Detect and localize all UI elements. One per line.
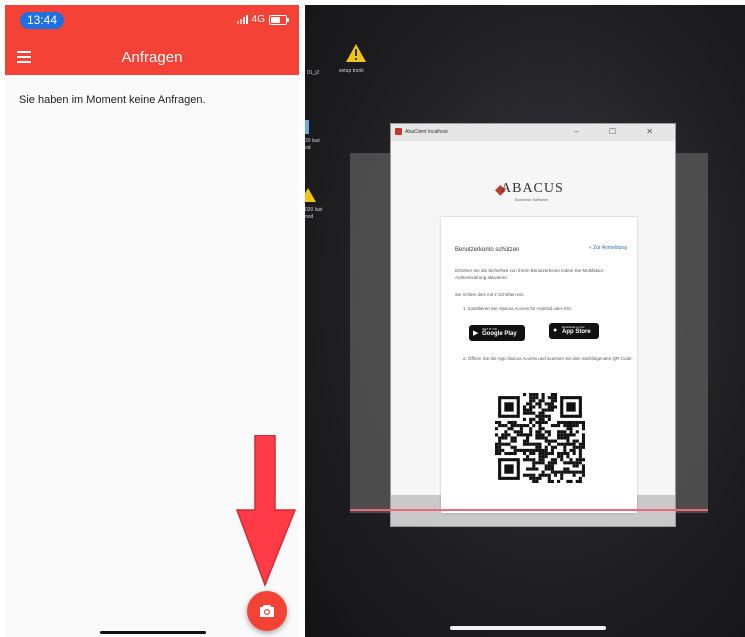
network-type: 4G xyxy=(251,14,265,25)
desktop-label: 020 last xyxy=(305,207,323,213)
card-title: Benutzerkonto schützen xyxy=(455,247,520,253)
google-play-badge[interactable]: ▶ GET IT ON Google Play xyxy=(469,325,525,341)
intro-text: Erhöhen Sie die Sicherheit von Ihrem Ben… xyxy=(455,268,605,280)
down-arrow-icon xyxy=(236,435,296,587)
battery-icon xyxy=(269,14,289,25)
abaclient-window: AbaClient localhost – ☐ ✕ ◆ ABACUS Busin… xyxy=(390,123,676,527)
scan-line xyxy=(350,509,708,511)
camera-viewfinder: 01_j2 setup trunk 20 last od 020 last oo… xyxy=(305,5,745,637)
left-phone-screen: 13:44 4G Anfragen Sie haben im Moment ke… xyxy=(5,5,299,637)
mfa-setup-card: Benutzerkonto schützen « Zur Anmeldung E… xyxy=(441,217,637,513)
window-title: AbaClient localhost xyxy=(405,129,448,135)
window-titlebar: AbaClient localhost – ☐ ✕ xyxy=(391,124,675,141)
app-bar: 13:44 4G Anfragen xyxy=(5,5,299,75)
empty-state-message: Sie haben im Moment keine Anfragen. xyxy=(19,94,206,106)
abacus-logo-subtitle: Business Software xyxy=(515,197,549,202)
abacus-logo: ABACUS xyxy=(501,181,564,196)
camera-icon xyxy=(260,605,274,617)
status-indicators: 4G xyxy=(236,14,289,25)
home-indicator xyxy=(450,626,606,630)
warning-icon xyxy=(305,188,316,202)
window-body: ◆ ABACUS Business Software Benutzerkonto… xyxy=(391,141,675,513)
step-1-text: 1. Installieren Sie Abacus Access für An… xyxy=(463,306,573,311)
home-indicator xyxy=(100,631,206,634)
desktop-label: 01_j2 xyxy=(307,70,320,76)
desktop-label: ood xyxy=(305,214,314,220)
apple-icon: ● xyxy=(553,327,558,334)
signal-icon xyxy=(236,15,248,24)
qr-code xyxy=(495,393,585,483)
desktop-label: 20 last xyxy=(305,138,320,144)
warning-icon xyxy=(346,44,366,62)
step-2-text: 2. Öffnen Sie die App Abacus Access und … xyxy=(463,356,633,361)
window-controls: – ☐ ✕ xyxy=(574,127,667,136)
status-time: 13:44 xyxy=(20,12,64,29)
app-store-badge[interactable]: ● Download on the App Store xyxy=(549,323,599,339)
back-to-login-link[interactable]: « Zur Anmeldung xyxy=(589,245,627,251)
steps-intro: Sie richten dies mit 2 Schritten ein: xyxy=(455,292,525,297)
app-icon xyxy=(395,128,402,135)
page-title: Anfragen xyxy=(121,49,183,66)
badge-big-text: App Store xyxy=(562,329,591,335)
badge-big-text: Google Play xyxy=(482,331,517,337)
desktop-label: setup trunk xyxy=(339,68,364,74)
google-play-icon: ▶ xyxy=(473,330,479,337)
camera-scan-button[interactable] xyxy=(247,591,287,631)
desktop-file-icon xyxy=(305,120,309,134)
desktop-label: od xyxy=(305,145,311,151)
